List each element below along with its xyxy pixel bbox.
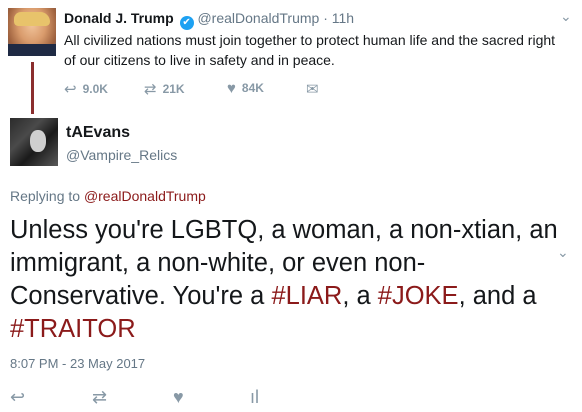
envelope-icon: ✉	[306, 81, 319, 98]
user-handle[interactable]: @Vampire_Relics	[66, 147, 177, 163]
reply-count: 9.0K	[82, 82, 108, 96]
replying-to: Replying to @realDonaldTrump	[10, 188, 206, 204]
retweet-count: 21K	[162, 82, 185, 96]
avatar-hair	[14, 12, 50, 26]
analytics-icon: ıl	[250, 387, 259, 407]
tweet-original: Donald J. Trump ✔ @realDonaldTrump · 11h…	[0, 0, 582, 114]
reply-button[interactable]: ↩	[10, 387, 25, 408]
avatar[interactable]	[10, 118, 58, 166]
reply-icon: ↩	[10, 387, 26, 407]
like-button[interactable]: ♥	[173, 387, 184, 408]
avatar-suit	[8, 44, 56, 56]
tweet-header: Donald J. Trump ✔ @realDonaldTrump · 11h	[64, 10, 354, 30]
reply-icon: ↩	[64, 81, 77, 98]
retweet-button[interactable]: ⇄	[92, 387, 107, 408]
retweet-button[interactable]: ⇄ 21K	[144, 80, 185, 98]
retweet-icon: ⇄	[92, 387, 108, 407]
thread-connector-line	[31, 62, 34, 114]
hashtag-link[interactable]: #TRAITOR	[10, 315, 136, 343]
timestamp[interactable]: · 11h	[323, 10, 354, 26]
tweet-text: Unless you're LGBTQ, a woman, a non-xtia…	[10, 214, 575, 346]
hashtag-link[interactable]: #JOKE	[378, 282, 459, 310]
tweet-text-part: , and a	[458, 282, 537, 310]
display-name[interactable]: Donald J. Trump	[64, 10, 174, 26]
analytics-button[interactable]: ıl	[250, 387, 259, 408]
replying-to-label: Replying to	[10, 188, 81, 204]
retweet-icon: ⇄	[144, 81, 157, 98]
like-count: 84K	[241, 81, 264, 95]
tweet-text-part: , a	[342, 282, 378, 310]
user-handle[interactable]: @realDonaldTrump	[197, 10, 319, 26]
hashtag-link[interactable]: #LIAR	[271, 282, 342, 310]
verified-badge-icon: ✔	[179, 16, 194, 30]
mention-link[interactable]: @realDonaldTrump	[84, 188, 206, 204]
tweet-date[interactable]: 8:07 PM - 23 May 2017	[10, 356, 145, 371]
heart-icon: ♥	[227, 80, 236, 97]
direct-message-button[interactable]: ✉	[306, 80, 325, 98]
display-name[interactable]: tAEvans	[66, 124, 130, 142]
heart-icon: ♥	[173, 387, 184, 407]
avatar[interactable]	[8, 8, 56, 56]
tweet-text: All civilized nations must join together…	[64, 32, 556, 68]
tweet-reply: tAEvans @Vampire_Relics ⌄ Replying to @r…	[0, 112, 582, 412]
reply-button[interactable]: ↩ 9.0K	[64, 80, 108, 98]
chevron-down-icon[interactable]: ⌄	[560, 8, 572, 24]
avatar-face	[30, 130, 46, 152]
like-button[interactable]: ♥ 84K	[227, 80, 264, 97]
